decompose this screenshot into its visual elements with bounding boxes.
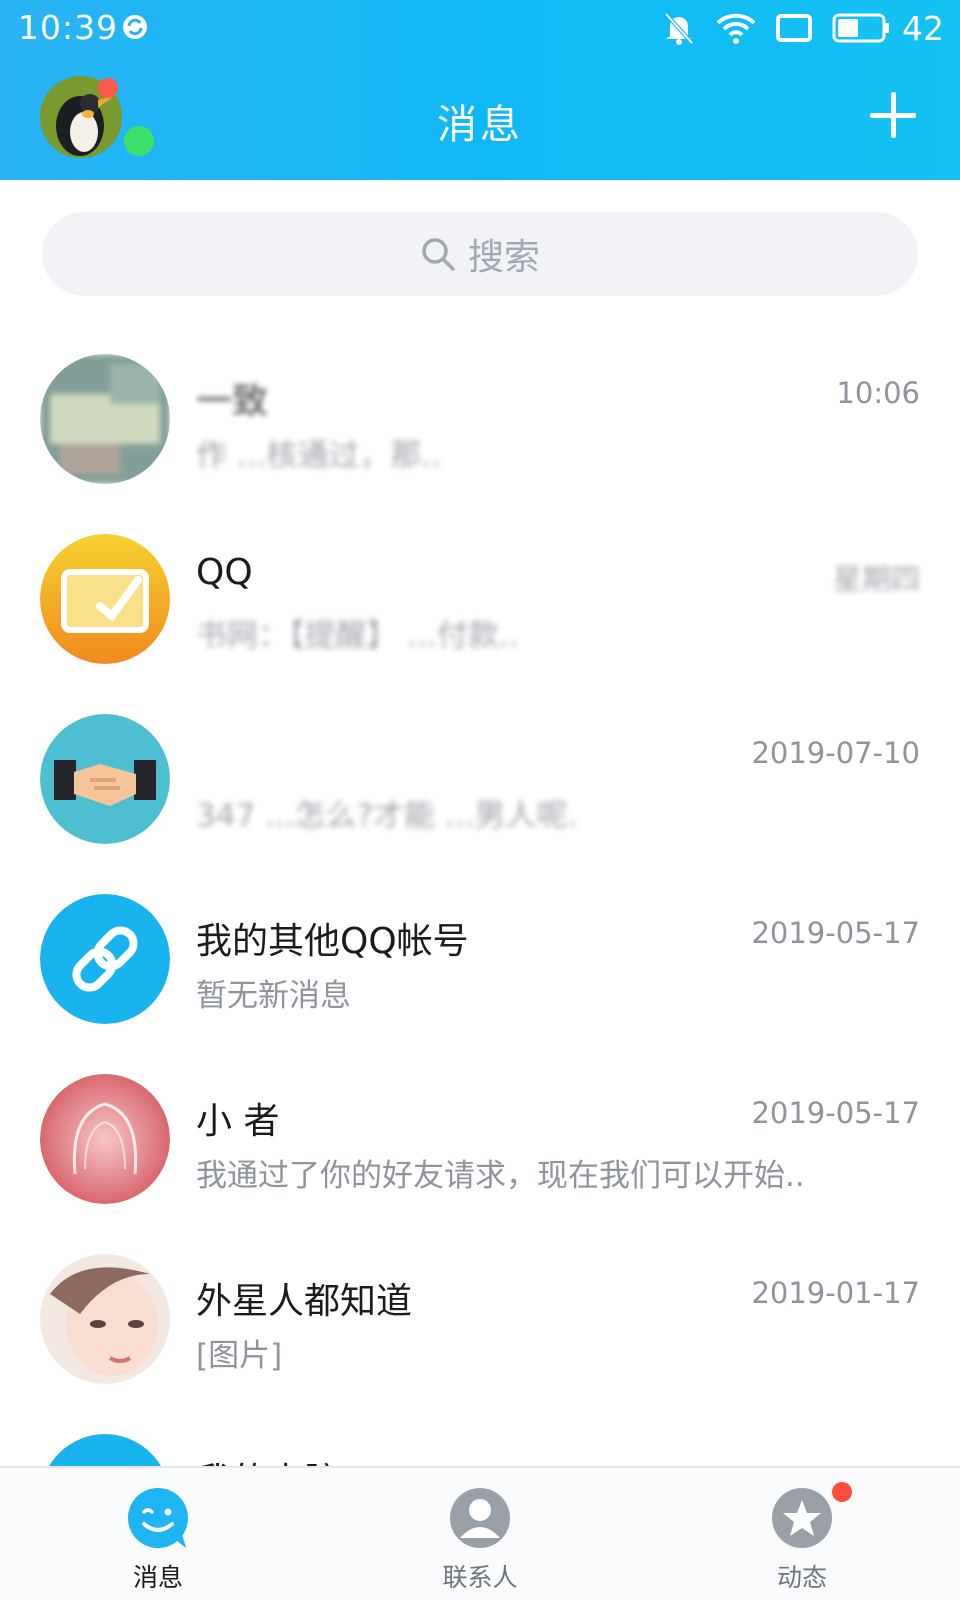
mail-icon xyxy=(40,534,170,664)
tab-messages[interactable]: 消息 xyxy=(78,1478,238,1598)
conversation-item[interactable]: 小 者 2019-05-17 我通过了你的好友请求，现在我们可以开始.. xyxy=(0,1050,960,1230)
conversation-name: 外星人都知道 xyxy=(196,1281,413,1322)
conversation-item[interactable]: 2019-07-10 347 ...怎么?才能 ...男人呢. xyxy=(0,690,960,870)
conversation-name: 我的电脑 xyxy=(196,1452,340,1466)
linked-accounts-avatar xyxy=(40,894,170,1024)
conversation-time: 2019-07-10 xyxy=(751,736,920,770)
search-placeholder: 搜索 xyxy=(467,237,540,278)
wifi-icon xyxy=(716,13,756,44)
conversation-name: 小 者 xyxy=(196,1101,280,1142)
conversation-name: 我的其他QQ帐号 xyxy=(196,921,469,962)
conversation-item[interactable]: 一致 10:06 作 ...核通过，那.. xyxy=(0,330,960,510)
conversation-time: 10:06 xyxy=(836,376,920,410)
my-computer-avatar xyxy=(40,1434,170,1466)
sync-icon xyxy=(123,15,147,39)
status-icons: 42 xyxy=(662,6,944,50)
star-planet-icon xyxy=(772,1488,832,1548)
conversation-item[interactable]: QQ 星期四 书网：【提醒】 ...付款.. xyxy=(0,510,960,690)
chat-face-icon xyxy=(128,1488,188,1548)
tab-moments[interactable]: 动态 xyxy=(722,1478,882,1598)
search-bar[interactable]: 搜索 xyxy=(42,212,918,296)
conversation-list: 一致 10:06 作 ...核通过，那.. QQ 星期四 书网：【提醒】 ...… xyxy=(0,330,960,1466)
status-bar: 10:39 42 xyxy=(0,0,960,56)
bottom-tab-bar: 消息 联系人 动态 xyxy=(0,1466,960,1600)
conversation-time: 2019-05-17 xyxy=(751,916,920,950)
conversation-time: 星期四 xyxy=(832,562,920,596)
conversation-time: 2019-05-17 xyxy=(751,1096,920,1130)
conversation-avatar xyxy=(40,714,170,844)
conversation-item[interactable]: 我的电脑 xyxy=(0,1410,960,1466)
page-title: 消息 xyxy=(437,102,523,148)
top-bar: 10:39 42 消息 xyxy=(0,0,960,180)
conversation-preview: 作 ...核通过，那.. xyxy=(196,438,442,474)
handshake-icon xyxy=(40,714,170,844)
conversation-preview: 我通过了你的好友请求，现在我们可以开始.. xyxy=(196,1158,805,1194)
conversation-item[interactable]: 我的其他QQ帐号 2019-05-17 暂无新消息 xyxy=(0,870,960,1050)
tab-contacts[interactable]: 联系人 xyxy=(400,1478,560,1598)
battery-percent: 42 xyxy=(902,8,944,48)
tab-label: 联系人 xyxy=(442,1563,518,1592)
search-icon xyxy=(422,238,455,271)
status-time: 10:39 xyxy=(18,8,119,47)
conversation-avatar xyxy=(40,1074,170,1204)
conversation-avatar xyxy=(40,1254,170,1384)
link-icon xyxy=(40,894,170,1024)
conversation-item[interactable]: 外星人都知道 2019-01-17 [图片] xyxy=(0,1230,960,1410)
conversation-name: QQ xyxy=(196,552,253,593)
mute-bell-icon xyxy=(664,12,694,45)
conversation-preview: [图片] xyxy=(196,1338,283,1374)
contact-person-icon xyxy=(450,1488,510,1548)
notification-dot xyxy=(832,1482,852,1502)
battery-icon xyxy=(832,13,889,43)
conversation-preview: 书网：【提醒】 ...付款.. xyxy=(196,618,519,654)
qq-mail-avatar xyxy=(40,534,170,664)
conversation-preview: 347 ...怎么?才能 ...男人呢. xyxy=(196,798,578,834)
tab-label: 动态 xyxy=(776,1563,827,1592)
add-button[interactable] xyxy=(870,92,916,138)
screen-icon xyxy=(776,14,812,42)
conversation-preview: 暂无新消息 xyxy=(196,978,351,1014)
computer-icon xyxy=(49,1434,161,1466)
conversation-name: 一致 xyxy=(196,381,269,422)
conversation-time: 2019-01-17 xyxy=(751,1276,920,1310)
tab-label: 消息 xyxy=(132,1563,183,1592)
conversation-avatar xyxy=(40,354,170,484)
